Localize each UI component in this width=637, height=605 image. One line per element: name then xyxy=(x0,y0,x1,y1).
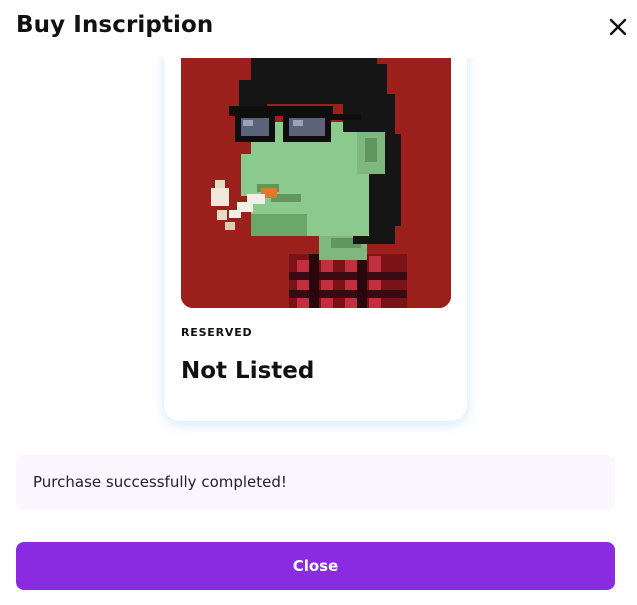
buy-inscription-dialog: Buy Inscription RESERVED Not Listed Purc… xyxy=(0,0,637,605)
close-button[interactable]: Close xyxy=(16,542,615,590)
pixel-art-avatar-icon xyxy=(181,24,451,308)
success-message-box: Purchase successfully completed! xyxy=(16,455,615,510)
reserved-label: RESERVED xyxy=(181,326,253,339)
dialog-header: Buy Inscription xyxy=(0,0,637,58)
inscription-card: RESERVED Not Listed xyxy=(164,24,467,421)
success-message: Purchase successfully completed! xyxy=(33,473,287,491)
dialog-title: Buy Inscription xyxy=(16,12,214,38)
close-icon[interactable] xyxy=(608,17,628,37)
inscription-image xyxy=(181,24,451,308)
listing-status: Not Listed xyxy=(181,358,315,384)
